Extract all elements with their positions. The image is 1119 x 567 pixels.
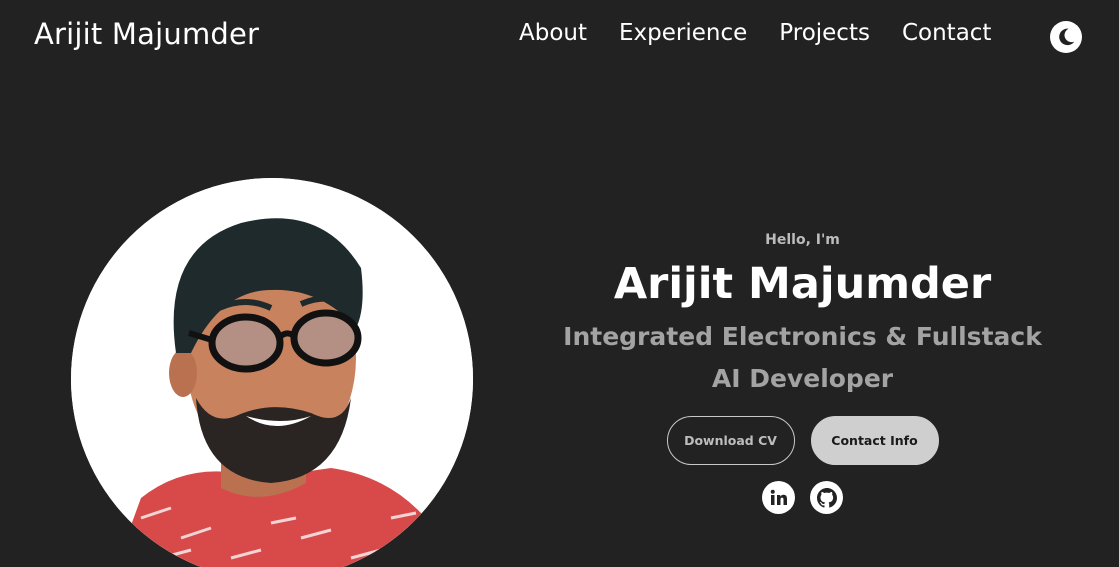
- theme-toggle-button[interactable]: [1050, 21, 1082, 53]
- hero-buttons: Download CV Contact Info: [540, 416, 1065, 465]
- github-link[interactable]: [810, 481, 843, 514]
- download-cv-button[interactable]: Download CV: [666, 416, 795, 465]
- github-icon: [816, 487, 837, 508]
- profile-picture: [71, 178, 473, 567]
- linkedin-link[interactable]: [762, 481, 795, 514]
- nav-projects[interactable]: Projects: [779, 20, 870, 46]
- nav-contact[interactable]: Contact: [902, 20, 991, 46]
- moon-icon: [1059, 28, 1075, 46]
- linkedin-icon: [770, 489, 787, 505]
- contact-info-button[interactable]: Contact Info: [810, 416, 939, 465]
- nav-experience[interactable]: Experience: [619, 20, 747, 46]
- nav-about[interactable]: About: [519, 20, 587, 46]
- profile-illustration: [71, 178, 473, 567]
- hero-section: Hello, I'm Arijit Majumder Integrated El…: [540, 232, 1065, 514]
- portfolio-page: Arijit Majumder About Experience Project…: [0, 0, 1119, 567]
- social-links: [540, 481, 1065, 514]
- hero-role-line1: Integrated Electronics & Fullstack: [563, 322, 1042, 351]
- hero-greeting: Hello, I'm: [765, 232, 840, 248]
- brand-logo[interactable]: Arijit Majumder: [34, 17, 259, 51]
- hero-name: Arijit Majumder: [613, 259, 992, 309]
- hero-role-line2: AI Developer: [711, 364, 894, 393]
- main-nav: About Experience Projects Contact: [519, 20, 1023, 46]
